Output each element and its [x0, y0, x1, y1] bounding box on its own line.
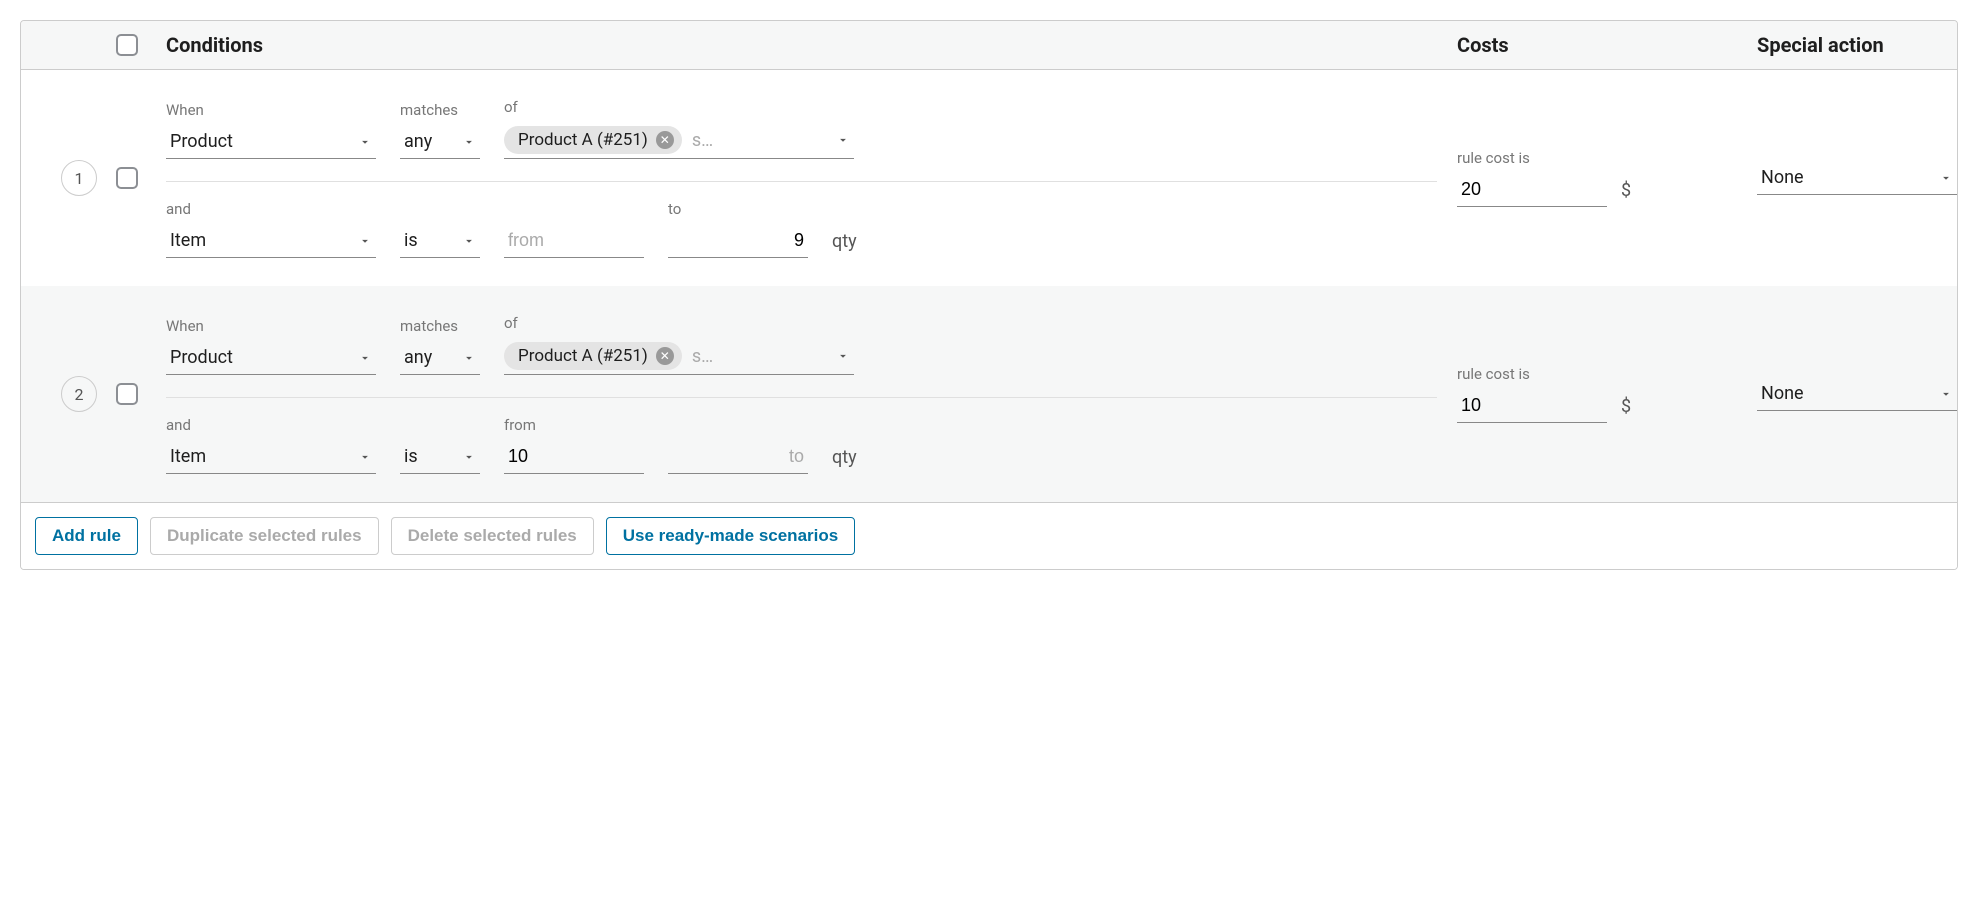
chevron-down-icon — [462, 234, 476, 248]
when-select[interactable]: Product — [166, 125, 376, 159]
chevron-down-icon — [836, 133, 850, 147]
chevron-down-icon — [1939, 387, 1953, 401]
chevron-down-icon — [358, 450, 372, 464]
condition-divider — [166, 181, 1437, 182]
from-input[interactable] — [504, 440, 644, 474]
and-op-select[interactable]: is — [400, 440, 480, 474]
chevron-down-icon — [836, 349, 850, 363]
add-rule-button[interactable]: Add rule — [35, 517, 138, 555]
to-input[interactable] — [668, 440, 808, 474]
rule-cost-label: rule cost is — [1457, 365, 1757, 383]
chip-remove-icon[interactable]: ✕ — [656, 131, 674, 149]
rule-row: 2 When Product matches — [21, 286, 1957, 502]
cost-input[interactable] — [1457, 173, 1607, 207]
rule-checkbox-cell — [116, 383, 166, 405]
matches-select[interactable]: any — [400, 341, 480, 375]
rule-index-cell: 2 — [21, 376, 116, 412]
product-tag-input[interactable]: Product A (#251) ✕ s… — [504, 122, 854, 159]
to-label: to — [668, 200, 808, 218]
chevron-down-icon — [1939, 171, 1953, 185]
tag-search-placeholder: s… — [692, 346, 713, 367]
and-op-select[interactable]: is — [400, 224, 480, 258]
select-all-checkbox[interactable] — [116, 34, 138, 56]
from-label: from — [504, 416, 644, 434]
of-label: of — [504, 98, 854, 116]
product-tag-input[interactable]: Product A (#251) ✕ s… — [504, 338, 854, 375]
rule-special: None — [1757, 161, 1957, 195]
rule-costs: rule cost is $ — [1457, 365, 1757, 423]
table-footer: Add rule Duplicate selected rules Delete… — [21, 502, 1957, 569]
rule-special: None — [1757, 377, 1957, 411]
tag-search-placeholder: s… — [692, 130, 713, 151]
and-subject-select[interactable]: Item — [166, 224, 376, 258]
currency-suffix: $ — [1621, 180, 1631, 207]
header-checkbox-cell — [116, 34, 166, 56]
qty-suffix: qty — [832, 447, 857, 474]
chevron-down-icon — [462, 135, 476, 149]
table-header: Conditions Costs Special action — [21, 21, 1957, 70]
rule-conditions: When Product matches any — [166, 98, 1457, 258]
header-special: Special action — [1757, 33, 1957, 57]
condition-divider — [166, 397, 1437, 398]
rule-index-cell: 1 — [21, 160, 116, 196]
qty-suffix: qty — [832, 231, 857, 258]
chevron-down-icon — [462, 351, 476, 365]
and-subject-select[interactable]: Item — [166, 440, 376, 474]
rules-table: Conditions Costs Special action 1 When P… — [20, 20, 1958, 570]
chevron-down-icon — [358, 351, 372, 365]
rule-row: 1 When Product matches — [21, 70, 1957, 286]
when-select[interactable]: Product — [166, 341, 376, 375]
rule-conditions: When Product matches any — [166, 314, 1457, 474]
header-conditions: Conditions — [166, 33, 1457, 57]
currency-suffix: $ — [1621, 396, 1631, 423]
matches-label: matches — [400, 101, 480, 119]
to-input[interactable] — [668, 224, 808, 258]
special-action-select[interactable]: None — [1757, 161, 1957, 195]
rule-cost-label: rule cost is — [1457, 149, 1757, 167]
rule-checkbox-cell — [116, 167, 166, 189]
duplicate-rules-button[interactable]: Duplicate selected rules — [150, 517, 379, 555]
of-label: of — [504, 314, 854, 332]
rule-index-badge: 1 — [61, 160, 97, 196]
rule-index-badge: 2 — [61, 376, 97, 412]
and-label: and — [166, 416, 376, 434]
matches-select[interactable]: any — [400, 125, 480, 159]
matches-label: matches — [400, 317, 480, 335]
chevron-down-icon — [358, 234, 372, 248]
rule-select-checkbox[interactable] — [116, 383, 138, 405]
and-label: and — [166, 200, 376, 218]
rule-costs: rule cost is $ — [1457, 149, 1757, 207]
use-scenarios-button[interactable]: Use ready-made scenarios — [606, 517, 855, 555]
chip-remove-icon[interactable]: ✕ — [656, 347, 674, 365]
when-label: When — [166, 101, 376, 119]
chevron-down-icon — [462, 450, 476, 464]
delete-rules-button[interactable]: Delete selected rules — [391, 517, 594, 555]
header-costs: Costs — [1457, 33, 1757, 57]
rule-select-checkbox[interactable] — [116, 167, 138, 189]
product-chip: Product A (#251) ✕ — [504, 126, 682, 154]
product-chip: Product A (#251) ✕ — [504, 342, 682, 370]
from-input[interactable] — [504, 224, 644, 258]
chevron-down-icon — [358, 135, 372, 149]
cost-input[interactable] — [1457, 389, 1607, 423]
special-action-select[interactable]: None — [1757, 377, 1957, 411]
when-label: When — [166, 317, 376, 335]
